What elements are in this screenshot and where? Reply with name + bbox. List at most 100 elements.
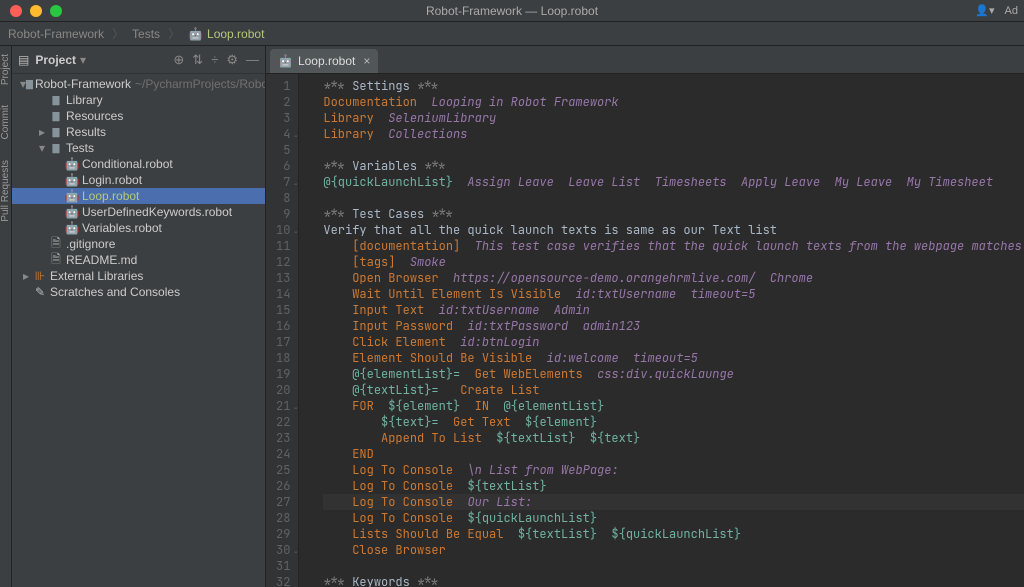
editor-tabs[interactable]: 🤖Loop.robot× bbox=[266, 46, 1024, 74]
code-line[interactable]: Input Text id:txtUsername Admin bbox=[323, 302, 1024, 318]
code-line[interactable]: Click Element id:btnLogin bbox=[323, 334, 1024, 350]
code-line[interactable]: ${text}= Get Text ${element} bbox=[323, 414, 1024, 430]
code-token: [tags] bbox=[352, 254, 395, 270]
code-token: Collections bbox=[388, 126, 467, 142]
code-line[interactable] bbox=[323, 558, 1024, 574]
tree-node[interactable]: 🤖Loop.robot bbox=[12, 188, 265, 204]
editor[interactable]: 1234−567−8910−1112131415161718192021−222… bbox=[266, 74, 1024, 587]
editor-tab[interactable]: 🤖Loop.robot× bbox=[270, 49, 378, 73]
window-controls[interactable] bbox=[10, 5, 62, 17]
gear-icon[interactable]: ⚙ bbox=[226, 52, 238, 68]
gutter-line-number: 5 bbox=[276, 142, 290, 158]
code-token: Verify that all the quick launch texts i… bbox=[323, 222, 777, 238]
leftbar-pull-requests[interactable]: Pull Requests bbox=[0, 160, 11, 222]
gutter-line-number: 7− bbox=[276, 174, 290, 190]
code-line[interactable]: Log To Console Our List: bbox=[323, 494, 1024, 510]
code-line[interactable]: [tags] Smoke bbox=[323, 254, 1024, 270]
code-line[interactable]: Log To Console \n List from WebPage: bbox=[323, 462, 1024, 478]
titlebar-right-label[interactable]: Ad bbox=[1005, 4, 1018, 17]
code-line[interactable]: [documentation] This test case verifies … bbox=[323, 238, 1024, 254]
maximize-window-icon[interactable] bbox=[50, 5, 62, 17]
fold-icon[interactable]: − bbox=[293, 544, 298, 560]
breadcrumb-item[interactable]: Robot-Framework bbox=[8, 27, 104, 41]
code-line[interactable] bbox=[323, 142, 1024, 158]
tree-node[interactable]: ▇Library bbox=[12, 92, 265, 108]
tree-node[interactable]: 🤖Variables.robot bbox=[12, 220, 265, 236]
code-line[interactable]: *** Variables *** bbox=[323, 158, 1024, 174]
close-tab-icon[interactable]: × bbox=[363, 54, 370, 68]
code-line[interactable]: Wait Until Element Is Visible id:txtUser… bbox=[323, 286, 1024, 302]
code-token bbox=[323, 382, 352, 398]
tree-node[interactable]: ▸▇Results bbox=[12, 124, 265, 140]
tree-arrow-icon[interactable]: ▸ bbox=[20, 269, 32, 283]
locate-icon[interactable]: ⊕ bbox=[173, 52, 184, 68]
tree-node[interactable]: 🤖Login.robot bbox=[12, 172, 265, 188]
project-pane-title[interactable]: Project bbox=[35, 53, 76, 67]
code-token: ${quickLaunchList} bbox=[467, 510, 597, 526]
tree-node[interactable]: 🤖UserDefinedKeywords.robot bbox=[12, 204, 265, 220]
code-line[interactable]: @{quickLaunchList} Assign Leave Leave Li… bbox=[323, 174, 1024, 190]
code-token bbox=[323, 398, 352, 414]
tree-node[interactable]: 🗎README.md bbox=[12, 252, 265, 268]
user-menu-icon[interactable]: 👤▾ bbox=[975, 4, 994, 17]
code-line[interactable]: FOR ${element} IN @{elementList} bbox=[323, 398, 1024, 414]
code-token: id:btnLogin bbox=[460, 334, 539, 350]
tree-node[interactable]: 🗎.gitignore bbox=[12, 236, 265, 252]
code-line[interactable]: Append To List ${textList} ${text} bbox=[323, 430, 1024, 446]
tree-node[interactable]: ▸⊪External Libraries bbox=[12, 268, 265, 284]
chevron-down-icon[interactable]: ▾ bbox=[80, 53, 86, 67]
code-line[interactable]: Documentation Looping in Robot Framework bbox=[323, 94, 1024, 110]
fold-icon[interactable]: − bbox=[293, 400, 298, 416]
code-token: Input Password bbox=[352, 318, 453, 334]
code-token: *** bbox=[410, 78, 439, 94]
code-line[interactable]: Element Should Be Visible id:welcome tim… bbox=[323, 350, 1024, 366]
code-line[interactable]: *** Test Cases *** bbox=[323, 206, 1024, 222]
code-line[interactable] bbox=[323, 190, 1024, 206]
fold-icon[interactable]: − bbox=[293, 128, 298, 144]
tree-node[interactable]: ✎Scratches and Consoles bbox=[12, 284, 265, 300]
tree-arrow-icon[interactable]: ▸ bbox=[36, 125, 48, 139]
leftbar-project[interactable]: Project bbox=[0, 54, 11, 85]
code-token bbox=[323, 430, 381, 446]
breadcrumb-item[interactable]: 🤖Loop.robot bbox=[188, 27, 264, 41]
code-line[interactable]: Library Collections bbox=[323, 126, 1024, 142]
code-line[interactable]: *** Keywords *** bbox=[323, 574, 1024, 587]
code-line[interactable]: Library SeleniumLibrary bbox=[323, 110, 1024, 126]
code-line[interactable]: @{elementList}= Get WebElements css:div.… bbox=[323, 366, 1024, 382]
code-line[interactable]: Lists Should Be Equal ${textList} ${quic… bbox=[323, 526, 1024, 542]
code-token bbox=[323, 238, 352, 254]
code-line[interactable]: Verify that all the quick launch texts i… bbox=[323, 222, 1024, 238]
close-window-icon[interactable] bbox=[10, 5, 22, 17]
tree-node[interactable]: ▾▇Tests bbox=[12, 140, 265, 156]
fold-icon[interactable]: − bbox=[293, 176, 298, 192]
tree-node-label: UserDefinedKeywords.robot bbox=[82, 205, 232, 219]
collapse-icon[interactable]: ÷ bbox=[211, 52, 218, 68]
project-tree[interactable]: ▾▇Robot-Framework~/PycharmProjects/Robot… bbox=[12, 74, 265, 587]
minimize-window-icon[interactable] bbox=[30, 5, 42, 17]
code-line[interactable]: Close Browser bbox=[323, 542, 1024, 558]
minimize-icon[interactable]: — bbox=[246, 52, 259, 68]
code-token bbox=[417, 94, 431, 110]
leftbar-commit[interactable]: Commit bbox=[0, 105, 11, 139]
code-line[interactable]: Log To Console ${quickLaunchList} bbox=[323, 510, 1024, 526]
tree-node[interactable]: ▇Resources bbox=[12, 108, 265, 124]
code-line[interactable]: *** Settings *** bbox=[323, 78, 1024, 94]
gutter-line-number: 30− bbox=[276, 542, 290, 558]
code-token: Log To Console bbox=[352, 494, 453, 510]
code-token bbox=[511, 414, 525, 430]
code-line[interactable]: Open Browser https://opensource-demo.ora… bbox=[323, 270, 1024, 286]
sort-icon[interactable]: ⇅ bbox=[192, 52, 203, 68]
tree-arrow-icon[interactable]: ▾ bbox=[36, 141, 48, 155]
code-line[interactable]: Input Password id:txtPassword admin123 bbox=[323, 318, 1024, 334]
editor-code[interactable]: *** Settings ***Documentation Looping in… bbox=[299, 74, 1024, 587]
folder-icon: ▇ bbox=[48, 127, 64, 138]
code-token: Wait Until Element Is Visible bbox=[352, 286, 561, 302]
code-line[interactable]: END bbox=[323, 446, 1024, 462]
tree-node[interactable]: ▾▇Robot-Framework~/PycharmProjects/Robot… bbox=[12, 76, 265, 92]
breadcrumb-item[interactable]: Tests bbox=[132, 27, 160, 41]
gutter-line-number: 4− bbox=[276, 126, 290, 142]
code-line[interactable]: Log To Console ${textList} bbox=[323, 478, 1024, 494]
tree-node[interactable]: 🤖Conditional.robot bbox=[12, 156, 265, 172]
fold-icon[interactable]: − bbox=[293, 224, 298, 240]
code-line[interactable]: @{textList}= Create List bbox=[323, 382, 1024, 398]
